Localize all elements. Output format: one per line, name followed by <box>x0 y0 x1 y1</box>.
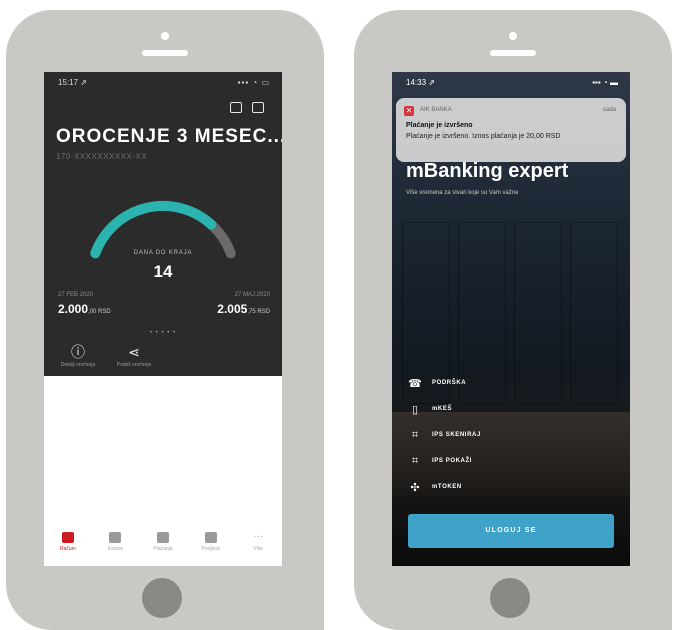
tab-payments[interactable]: Plaćanja <box>143 530 183 566</box>
payment-icon <box>156 532 169 543</box>
tab-cards[interactable]: Kartice <box>95 530 135 566</box>
bank-app-icon: ✕ <box>404 106 414 116</box>
share-action-label: Podeli oročenje <box>116 362 152 368</box>
tab-label: Računi <box>60 546 76 552</box>
details-action-label: Detalji oročenja <box>60 362 96 368</box>
end-amount-integer: 2.005 <box>217 302 248 316</box>
tab-label: Više <box>253 546 263 552</box>
tab-label: Kartice <box>107 546 124 552</box>
start-amount-decimals: ,00 RSD <box>88 309 111 315</box>
camera-dot <box>161 32 169 40</box>
qr-scan-icon: ⌗ <box>411 428 419 441</box>
token-icon: ✣ <box>410 481 420 494</box>
card-icon <box>109 532 122 543</box>
wall-panel <box>514 222 562 404</box>
menu-item-label: IPS POKAŽI <box>432 458 473 464</box>
notification-title: Plaćanje je izvršeno <box>406 122 473 129</box>
hero-title: mBanking expert <box>406 160 569 182</box>
details-action[interactable]: ⓘ Detalji oročenja <box>48 344 108 368</box>
page-title: OROCENJE 3 MESEC... <box>56 126 282 147</box>
menu-item-ips-scan[interactable]: ⌗ IPS SKENIRAJ <box>408 422 481 448</box>
more-icon: ··· <box>253 531 264 542</box>
account-number: 170-XXXXXXXXXX-XX <box>56 152 148 161</box>
home-button[interactable] <box>490 578 530 618</box>
qr-show-icon: ⌗ <box>411 454 419 467</box>
page-indicator: • • • • • <box>149 330 177 336</box>
menu-item-ips-show[interactable]: ⌗ IPS POKAŽI <box>408 448 481 474</box>
phone-screen-left: 15:17 ⇗ ▪▪▪ ◔ ▭ OROCENJE 3 MESEC... 170-… <box>44 72 282 566</box>
notification-app-name: AIK BANKA <box>420 107 452 113</box>
home-button[interactable] <box>142 578 182 618</box>
wall-panel <box>570 222 618 404</box>
tab-label: Plaćanja <box>153 546 173 552</box>
gauge-value: 14 <box>153 262 173 281</box>
accounts-icon <box>61 532 74 543</box>
login-button[interactable]: ULOGUJ SE <box>408 514 614 548</box>
overview-icon <box>204 532 217 543</box>
tab-label: Pregledi <box>201 546 220 552</box>
earpiece-speaker <box>142 50 188 56</box>
menu-item-label: IPS SKENIRAJ <box>432 432 481 438</box>
deposit-card: 15:17 ⇗ ▪▪▪ ◔ ▭ OROCENJE 3 MESEC... 170-… <box>44 72 282 376</box>
chat-icon[interactable] <box>230 102 242 113</box>
phone-frame-right: 14:33 ⇗ ▪▪▪ ◔ ▬ ✕ AIK BANKA sada Plaćanj… <box>354 10 672 630</box>
gauge-label: DANA DO KRAJA <box>133 250 193 256</box>
start-date: 27 FEB 2020 <box>58 292 94 298</box>
bottom-tab-bar: Računi Kartice Plaćanja Pregledi ··· Viš… <box>44 530 282 566</box>
start-amount-integer: 2.000 <box>58 302 89 316</box>
earpiece-speaker <box>490 50 536 56</box>
end-date: 27 MAJ 2020 <box>234 292 270 298</box>
menu-item-mtoken[interactable]: ✣ mTOKEN <box>408 474 481 500</box>
notification-time: sada <box>602 107 616 113</box>
share-action[interactable]: ⋖ Podeli oročenje <box>104 344 164 368</box>
start-amount: 2.000,00 RSD <box>58 302 111 316</box>
gauge-elapsed-arc <box>90 201 217 259</box>
menu-item-mkes[interactable]: ▯ mKEŠ <box>408 396 481 422</box>
tab-accounts[interactable]: Računi <box>48 530 88 566</box>
share-icon: ⋖ <box>128 344 140 360</box>
menu-item-label: PODRŠKA <box>432 380 467 386</box>
phone-frame-left: 15:17 ⇗ ▪▪▪ ◔ ▭ OROCENJE 3 MESEC... 170-… <box>6 10 324 630</box>
support-icon: ☎ <box>408 377 422 390</box>
end-amount-decimals: ,75 RSD <box>247 309 270 315</box>
status-indicators: ▪▪▪ ◔ ▭ <box>237 78 270 87</box>
status-indicators: ▪▪▪ ◔ ▬ <box>592 78 618 87</box>
status-time: 14:33 ⇗ <box>406 78 435 87</box>
notification-body: Plaćanje je izvršeno. Iznos plaćanja je … <box>406 133 561 140</box>
phone-screen-right: 14:33 ⇗ ▪▪▪ ◔ ▬ ✕ AIK BANKA sada Plaćanj… <box>392 72 630 566</box>
tab-overviews[interactable]: Pregledi <box>191 530 231 566</box>
map-icon[interactable] <box>252 102 264 113</box>
menu-item-label: mTOKEN <box>432 484 462 490</box>
menu-item-label: mKEŠ <box>432 406 453 412</box>
tab-more[interactable]: ··· Više <box>238 530 278 566</box>
end-amount: 2.005,75 RSD <box>217 302 270 316</box>
menu-item-support[interactable]: ☎ PODRŠKA <box>408 370 481 396</box>
camera-dot <box>509 32 517 40</box>
quick-menu: ☎ PODRŠKA ▯ mKEŠ ⌗ IPS SKENIRAJ ⌗ IPS PO… <box>408 370 481 500</box>
hero-subtitle: Više vremena za stvari koje su Vam važne <box>406 190 519 196</box>
status-time: 15:17 ⇗ <box>58 78 87 87</box>
push-notification[interactable]: ✕ AIK BANKA sada Plaćanje je izvršeno Pl… <box>396 98 626 162</box>
phone-cash-icon: ▯ <box>411 403 419 416</box>
info-icon: ⓘ <box>71 344 85 360</box>
